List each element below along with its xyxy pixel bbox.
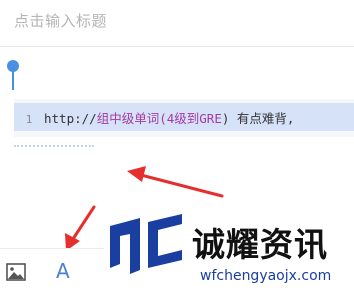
bottom-toolbar: A [0,248,104,294]
watermark-text: 诚耀资讯 [192,225,328,264]
code-token-rest: ) 有点难背, [221,111,295,126]
font-format-icon[interactable]: A [56,259,70,283]
editor-screen: 点击输入标题 1 http://组中级单词(4级到GRE) 有点难背, A 诚耀资… [0,0,354,294]
watermark-logo-icon [110,214,182,274]
watermark-url: wfchengyaojx.com [200,268,332,284]
line-number: 1 [25,113,33,126]
cursor-handle[interactable] [7,60,21,90]
code-token-level: (4级到 [159,111,200,126]
code-token-word: 组中级单词 [96,111,160,126]
title-bar: 点击输入标题 [0,0,354,47]
code-line: 1 http://组中级单词(4级到GRE) 有点难背, [14,108,295,127]
code-block[interactable]: 1 http://组中级单词(4级到GRE) 有点难背, [14,99,354,137]
cursor-handle-stem [12,70,14,90]
image-icon[interactable] [6,263,26,281]
title-input[interactable]: 点击输入标题 [14,10,107,31]
code-token-url: http:// [44,111,97,126]
code-token-gre: GRE [199,111,222,126]
dotted-divider [14,145,94,151]
